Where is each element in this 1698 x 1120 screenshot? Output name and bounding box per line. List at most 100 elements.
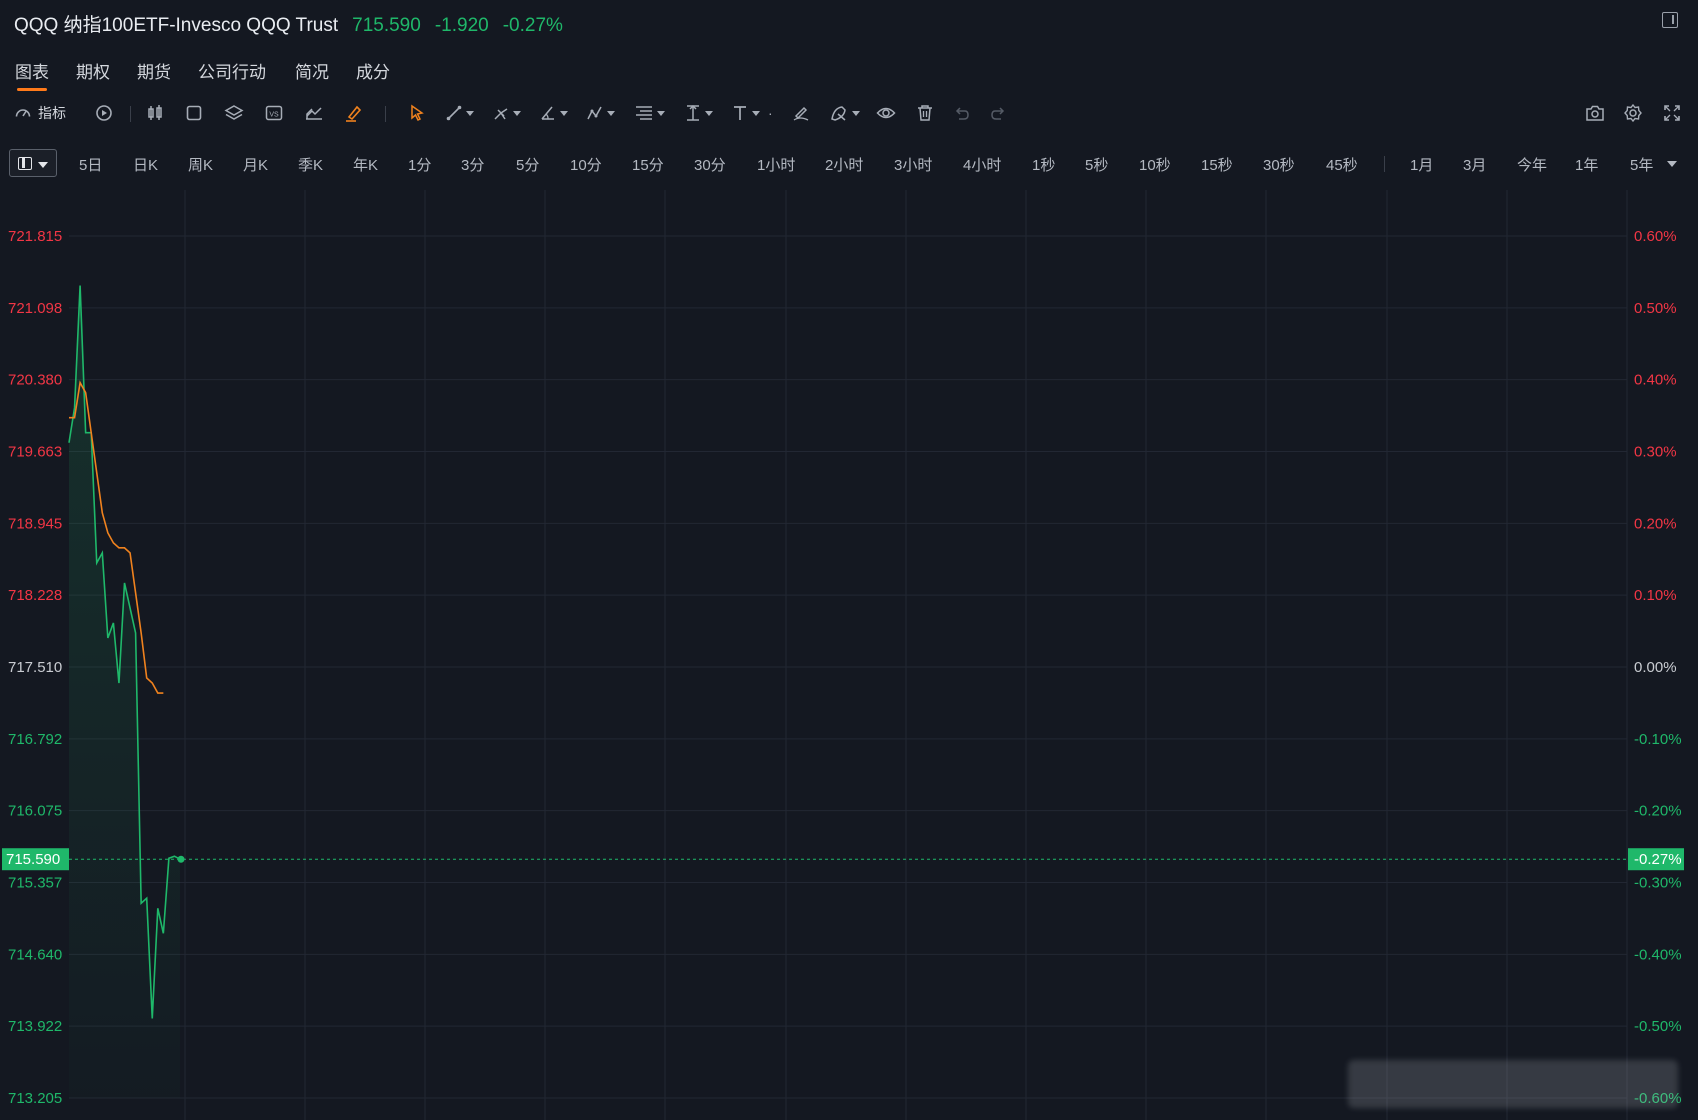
period-5y[interactable]: 5年 (1630, 154, 1653, 175)
collapse-panel-icon[interactable] (1662, 12, 1678, 28)
period-10m[interactable]: 10分 (570, 154, 602, 175)
watermark (1348, 1060, 1678, 1108)
period-15s[interactable]: 15秒 (1201, 154, 1233, 175)
period-4h[interactable]: 4小时 (963, 154, 1001, 175)
tab-futures[interactable]: 期货 (137, 58, 171, 83)
pen-button[interactable] (792, 102, 810, 124)
trendline-button[interactable] (445, 102, 474, 124)
settings-button[interactable] (1623, 102, 1643, 124)
fullscreen-icon (1664, 105, 1680, 121)
pattern-button[interactable] (586, 102, 615, 124)
candlestick-button[interactable] (145, 102, 165, 124)
y-tick-label-left: 715.357 (8, 875, 62, 892)
square-icon (186, 105, 202, 121)
period-1h[interactable]: 1小时 (757, 154, 795, 175)
y-tick-label-left: 719.663 (8, 444, 62, 461)
period-2h[interactable]: 2小时 (825, 154, 863, 175)
symbol-title: QQQ 纳指100ETF-Invesco QQQ Trust 715.590 -1.… (14, 10, 563, 37)
cursor-button[interactable] (408, 102, 426, 124)
y-tick-label-right: 0.00% (1634, 659, 1677, 676)
compare-vs-button[interactable]: VS (264, 102, 284, 124)
brush-button[interactable] (344, 102, 364, 124)
y-tick-label-left: 716.792 (8, 731, 62, 748)
period-day[interactable]: 日K (133, 154, 158, 175)
period-15m[interactable]: 15分 (632, 154, 664, 175)
layers-button[interactable] (224, 102, 244, 124)
y-tick-label-left: 720.380 (8, 372, 62, 389)
period-1m[interactable]: 1分 (408, 154, 431, 175)
chart-compare-icon (306, 107, 322, 120)
y-tick-label-left: 717.510 (8, 659, 62, 676)
angle-button[interactable] (539, 102, 568, 124)
measure-button[interactable] (684, 102, 713, 124)
indicator-button[interactable]: 指标 (14, 102, 66, 124)
pen-icon (793, 106, 809, 121)
fullscreen-button[interactable] (1663, 102, 1681, 124)
period-week[interactable]: 周K (188, 154, 213, 175)
layout-icon (18, 157, 32, 170)
replay-button[interactable] (94, 102, 114, 124)
eye-icon (876, 107, 896, 119)
undo-icon (955, 107, 969, 120)
visibility-button[interactable] (876, 102, 896, 124)
price-change: -1.920 (434, 15, 489, 36)
magnet-button[interactable] (829, 102, 860, 124)
period-1y[interactable]: 1年 (1575, 154, 1598, 175)
period-1s[interactable]: 1秒 (1032, 154, 1055, 175)
tab-options[interactable]: 期权 (76, 58, 110, 83)
y-tick-label-right: 0.10% (1634, 587, 1677, 604)
angle-icon (541, 106, 554, 120)
trendline-icon (446, 105, 462, 121)
speedometer-icon (15, 109, 31, 117)
brush-icon (346, 105, 362, 122)
period-month[interactable]: 月K (243, 154, 268, 175)
redo-button[interactable] (990, 102, 1008, 124)
last-price-dot (177, 855, 185, 863)
period-quarter[interactable]: 季K (298, 154, 323, 175)
pitchfork-button[interactable] (492, 102, 521, 124)
screenshot-button[interactable] (1585, 102, 1605, 124)
y-tick-label-left: 714.640 (8, 946, 62, 963)
period-year[interactable]: 年K (353, 154, 378, 175)
y-tick-label-left: 721.815 (8, 228, 62, 245)
y-tick-label-left: 716.075 (8, 803, 62, 820)
period-30s[interactable]: 30秒 (1263, 154, 1295, 175)
period-ytd[interactable]: 今年 (1517, 154, 1547, 175)
rectangle-button[interactable] (185, 102, 203, 124)
tab-constituents[interactable]: 成分 (356, 58, 390, 83)
period-1mo[interactable]: 1月 (1410, 154, 1433, 175)
chart-layout-button[interactable] (9, 149, 57, 177)
undo-button[interactable] (952, 102, 970, 124)
y-tick-label-right: -0.30% (1634, 875, 1682, 892)
tab-corporate-actions[interactable]: 公司行动 (198, 58, 266, 83)
delete-button[interactable] (916, 102, 934, 124)
period-selector: 5日 日K 周K 月K 季K 年K 1分 3分 5分 10分 15分 30分 1小时 2小时 3小时 4小时 1… (0, 148, 1698, 180)
layers-icon (224, 105, 244, 120)
header: QQQ 纳指100ETF-Invesco QQQ Trust 715.590 -1.… (0, 0, 1698, 44)
period-10s[interactable]: 10秒 (1139, 154, 1171, 175)
fib-button[interactable] (634, 102, 665, 124)
period-45s[interactable]: 45秒 (1326, 154, 1358, 175)
tab-chart[interactable]: 图表 (15, 58, 49, 91)
redo-icon (991, 107, 1005, 120)
gear-icon (1624, 103, 1642, 123)
y-tick-label-left: 713.922 (8, 1018, 62, 1035)
period-5s[interactable]: 5秒 (1085, 154, 1108, 175)
text-button[interactable]: · (731, 102, 773, 124)
period-3m[interactable]: 3分 (461, 154, 484, 175)
price-chart[interactable]: 721.815 721.098 720.380 719.663 718.945 718.2… (0, 190, 1698, 1120)
y-tick-label-right: 0.40% (1634, 372, 1677, 389)
period-5d[interactable]: 5日 (79, 154, 102, 175)
tab-profile[interactable]: 简况 (295, 58, 329, 83)
period-5m[interactable]: 5分 (516, 154, 539, 175)
chart-compare-button[interactable] (304, 102, 324, 124)
y-tick-label-right: -0.40% (1634, 946, 1682, 963)
period-3mo[interactable]: 3月 (1463, 154, 1486, 175)
period-3h[interactable]: 3小时 (894, 154, 932, 175)
chevron-down-icon[interactable] (1667, 161, 1677, 167)
replay-icon (96, 105, 112, 121)
period-30m[interactable]: 30分 (694, 154, 726, 175)
pattern-icon (587, 106, 602, 120)
y-tick-label-right: 0.50% (1634, 300, 1677, 317)
y-tick-label-right: -0.50% (1634, 1018, 1682, 1035)
